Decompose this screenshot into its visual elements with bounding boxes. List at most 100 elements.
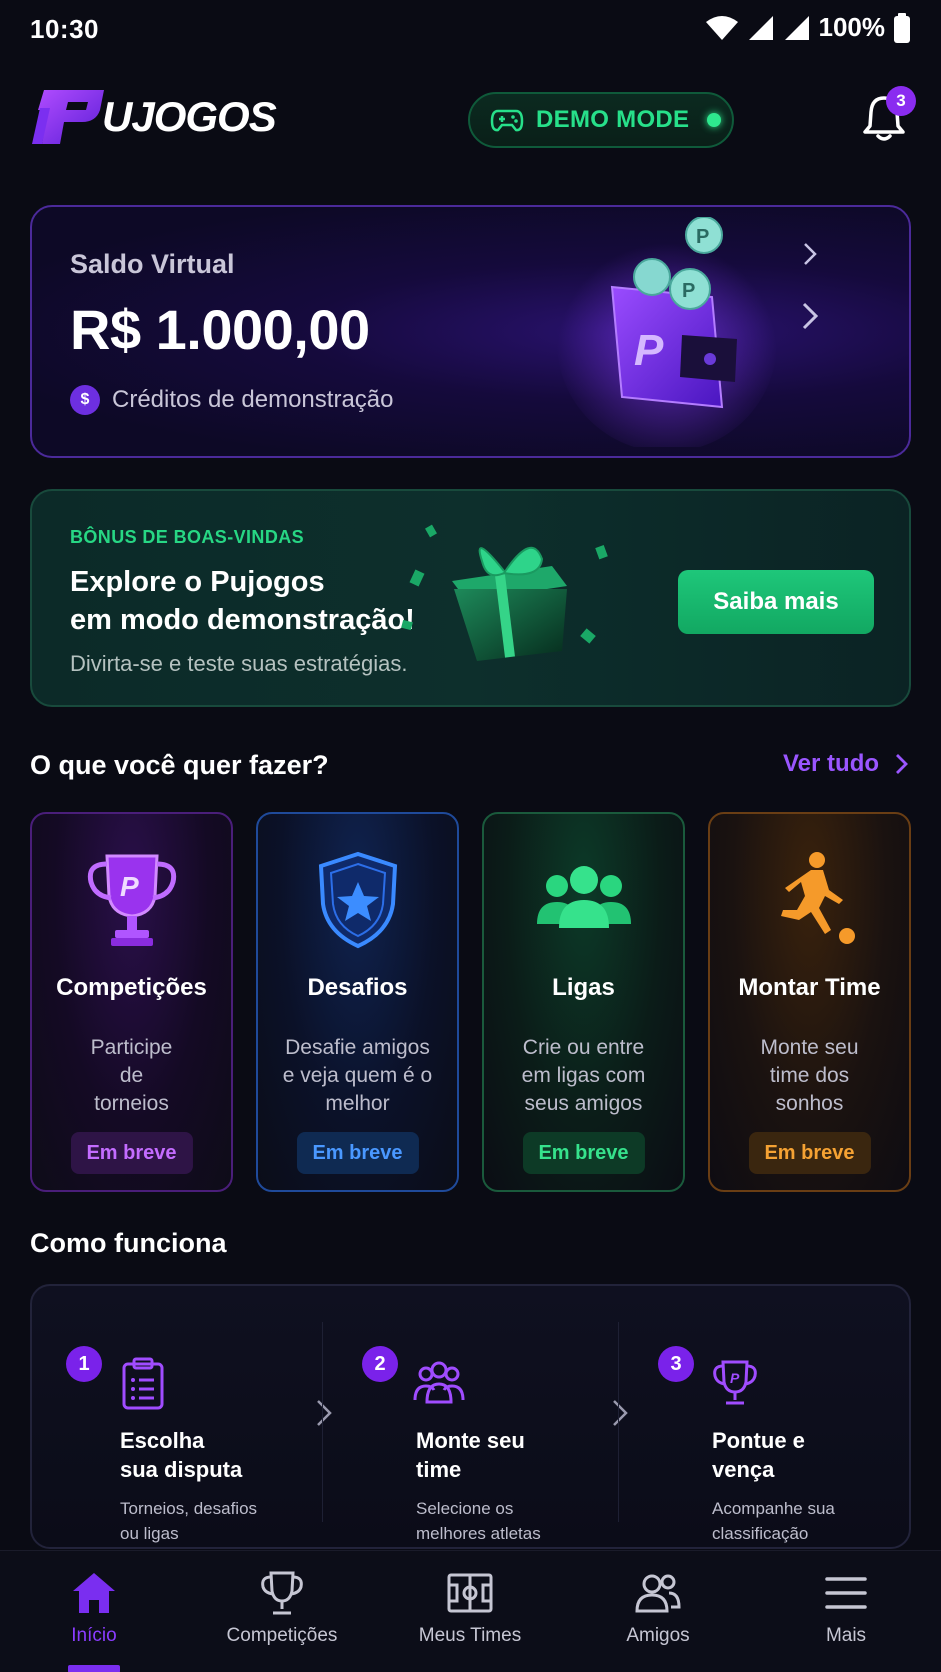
coming-soon-badge: Em breve [296, 1132, 419, 1174]
bonus-kicker: BÔNUS DE BOAS-VINDAS [70, 527, 305, 547]
nav-label: Competições [226, 1625, 338, 1646]
feature-card-desafios[interactable]: Desafios Desafie amigos e veja quem é o … [256, 812, 459, 1192]
coming-soon-badge: Em breve [748, 1132, 871, 1174]
nav-item-inicio[interactable]: Início [14, 1569, 174, 1647]
features-section-title: O que você quer fazer? [30, 750, 329, 780]
nav-label: Amigos [626, 1625, 690, 1646]
chevron-right-icon[interactable] [798, 301, 822, 331]
feature-title: Montar Time [738, 974, 881, 1001]
step-title: Monte seu time [416, 1426, 586, 1484]
feature-desc: Desafie amigos e veja quem é o melhor [266, 1034, 449, 1118]
battery-icon [894, 12, 910, 43]
coming-soon-badge: Em breve [70, 1132, 193, 1174]
trophy-icon [261, 1571, 303, 1615]
active-nav-indicator [68, 1665, 120, 1672]
trophy-icon: P [87, 854, 176, 946]
feature-desc-text: Crie ou entre em ligas com seus amigos [521, 1036, 646, 1115]
nav-item-mais[interactable]: Mais [766, 1569, 926, 1647]
feature-card-ligas[interactable]: Ligas Crie ou entre em ligas com seus am… [482, 812, 685, 1192]
step-desc: Acompanhe sua classificação [712, 1496, 892, 1546]
feature-desc-text: Monte seu time dos sonhos [760, 1036, 859, 1115]
step-3: 3 P Pontue e vença Acompanhe sua classif… [624, 1316, 894, 1543]
see-all-label: Ver tudo [783, 750, 880, 777]
chevron-right-icon [896, 754, 908, 774]
step-divider [618, 1322, 619, 1522]
gamepad-icon [490, 109, 524, 132]
step-title-line: Escolha [120, 1428, 205, 1453]
gift-illustration-icon [401, 524, 608, 661]
step-2: 2 Monte seu time Selecione os melhores a… [328, 1316, 598, 1543]
step-divider [322, 1322, 323, 1522]
demo-status-dot [707, 113, 722, 127]
balance-card[interactable]: Saldo Virtual R$ 1.000,00 $ Créditos de … [30, 205, 911, 458]
step-title: Escolha sua disputa [120, 1426, 290, 1484]
trophy-icon: P [713, 1360, 757, 1405]
coin-icon: $ [70, 385, 100, 415]
how-section-title: Como funciona [30, 1228, 227, 1258]
home-icon [73, 1573, 115, 1613]
feature-desc: Crie ou entre em ligas com seus amigos [492, 1034, 675, 1118]
notification-badge: 3 [886, 86, 916, 116]
feature-title: Desafios [307, 974, 408, 1001]
feature-title: Competições [56, 974, 207, 1001]
feature-desc-text: Desafie amigos e veja quem é o melhor [282, 1036, 433, 1115]
shield-star-icon [318, 851, 397, 949]
feature-desc: Participe de torneios [40, 1034, 223, 1118]
bonus-card: BÔNUS DE BOAS-VINDAS Explore o Pujogos e… [30, 489, 911, 707]
step-desc: Torneios, desafios ou ligas [120, 1496, 300, 1546]
chevron-right-icon[interactable] [800, 241, 820, 267]
nav-label: Meus Times [418, 1625, 522, 1646]
app-header: UJOGOS DEMO MODE 3 [0, 80, 941, 160]
svg-text:P: P [682, 280, 695, 302]
nav-item-amigos[interactable]: Amigos [578, 1569, 738, 1647]
wifi-icon [705, 15, 738, 40]
nav-label: Início [71, 1625, 117, 1646]
nav-label: Mais [825, 1625, 867, 1646]
feature-card-montar-time[interactable]: Montar Time Monte seu time dos sonhos Em… [708, 812, 911, 1192]
bonus-subtitle: Divirta-se e teste suas estratégias. [70, 651, 408, 676]
svg-text:P: P [696, 226, 709, 248]
status-icons: 100% [705, 12, 912, 43]
step-desc-line: Selecione os [416, 1499, 514, 1518]
field-icon [447, 1573, 493, 1613]
app-logo[interactable]: UJOGOS [30, 88, 277, 146]
step-number: 1 [66, 1346, 102, 1382]
bottom-nav: Início Competições Meus Times Amigos Mai… [0, 1550, 941, 1672]
player-kick-icon [780, 852, 855, 944]
team-icon [413, 1361, 465, 1404]
see-all-link[interactable]: Ver tudo [783, 750, 909, 778]
step-title: Pontue e vença [712, 1426, 882, 1484]
feature-card-competicoes[interactable]: P Competições Participe de torneios Em b… [30, 812, 233, 1192]
coming-soon-badge: Em breve [522, 1132, 645, 1174]
feature-desc-text: Participe de torneios [90, 1036, 173, 1115]
step-1: 1 Escolha sua disputa Torneios, desafios… [32, 1316, 302, 1543]
learn-more-button[interactable]: Saiba mais [678, 570, 874, 634]
wallet-illustration-icon: P P P [557, 217, 777, 447]
signal-icon [784, 15, 809, 40]
clipboard-icon [122, 1357, 164, 1410]
svg-text:P: P [120, 871, 139, 902]
balance-subtitle-text: Créditos de demonstração [112, 386, 394, 413]
step-desc-line: ou ligas [120, 1524, 179, 1543]
group-icon [536, 866, 631, 928]
friends-icon [635, 1574, 681, 1613]
svg-text:P: P [634, 326, 664, 375]
step-desc-line: Acompanhe sua [712, 1499, 835, 1518]
balance-value: R$ 1.000,00 [70, 298, 370, 361]
menu-icon [825, 1577, 867, 1609]
how-it-works-card: 1 Escolha sua disputa Torneios, desafios… [30, 1284, 911, 1549]
step-title-line: vença [712, 1457, 775, 1482]
balance-subtitle: $ Créditos de demonstração [70, 385, 393, 415]
step-number: 3 [658, 1346, 694, 1382]
step-title-line: Pontue e [712, 1428, 805, 1453]
step-desc-line: classificação [712, 1524, 809, 1543]
step-title-line: sua disputa [120, 1457, 243, 1482]
balance-label: Saldo Virtual [70, 249, 235, 279]
nav-item-competicoes[interactable]: Competições [202, 1569, 362, 1647]
step-desc-line: Torneios, desafios [120, 1499, 258, 1518]
step-desc-line: melhores atletas [416, 1524, 541, 1543]
demo-mode-pill[interactable]: DEMO MODE [468, 92, 734, 148]
svg-text:P: P [730, 1370, 740, 1386]
nav-item-meus-times[interactable]: Meus Times [390, 1569, 550, 1647]
signal-icon [748, 15, 773, 40]
